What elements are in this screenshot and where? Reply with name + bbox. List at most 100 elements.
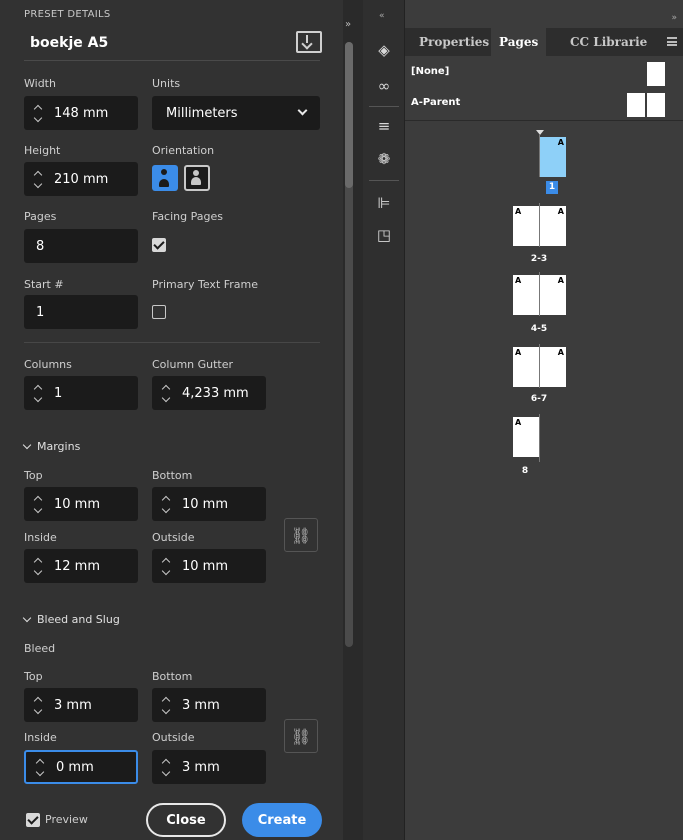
links-icon[interactable]: ∞ [373,77,395,95]
page-master-letter: A [515,207,522,216]
margin-inside-field[interactable]: 12 mm [24,549,138,583]
page-thumbnail[interactable]: A [513,275,539,315]
margin-bottom-value: 10 mm [182,496,229,512]
tab-properties[interactable]: Properties [419,28,489,56]
margin-top-field[interactable]: 10 mm [24,487,138,521]
columns-field[interactable]: 1 [24,376,138,410]
page-master-letter: A [557,276,564,285]
pages-label: Pages [24,210,57,223]
preview-checkbox[interactable] [26,813,40,827]
margin-top-label: Top [24,469,43,482]
collapse-panel-icon[interactable]: » [671,13,677,23]
stepper-icon[interactable] [160,380,174,406]
strip-divider [369,180,399,181]
primary-text-frame-checkbox[interactable] [152,305,166,319]
bleed-slug-section-toggle[interactable]: Bleed and Slug [22,613,120,626]
margin-inside-value: 12 mm [54,558,101,574]
margin-bottom-field[interactable]: 10 mm [152,487,266,521]
document-name-field[interactable]: boekje A5 [30,35,108,51]
margins-section-label: Margins [37,440,81,453]
units-select[interactable]: Millimeters [152,96,320,130]
facing-pages-checkbox[interactable] [152,238,166,252]
stepper-icon[interactable] [32,380,46,406]
margin-top-value: 10 mm [54,496,101,512]
stepper-icon[interactable] [160,754,174,780]
width-field[interactable]: 148 mm [24,96,138,130]
start-page-field[interactable]: 1 [24,295,138,329]
preview-label: Preview [45,813,88,826]
chevron-down-icon [297,105,308,116]
width-label: Width [24,77,56,90]
master-none-thumbnail [647,62,665,86]
bleed-bottom-field[interactable]: 3 mm [152,688,266,722]
stroke-icon[interactable]: ≡ [373,117,395,135]
master-none-label: [None] [411,66,450,77]
height-label: Height [24,144,61,157]
master-none[interactable]: [None] [411,62,665,90]
scrollbar-thumb[interactable] [345,42,353,188]
height-value: 210 mm [54,171,109,187]
stepper-icon[interactable] [32,692,46,718]
spread-label: 4-5 [530,324,548,334]
margin-outside-value: 10 mm [182,558,229,574]
create-button[interactable]: Create [242,803,322,837]
bleed-top-field[interactable]: 3 mm [24,688,138,722]
column-gutter-field[interactable]: 4,233 mm [152,376,266,410]
bleed-label: Bleed [24,642,56,655]
bleed-top-label: Top [24,670,43,683]
page-thumbnail[interactable]: A [540,275,566,315]
page-thumbnail[interactable]: A [540,137,566,177]
stepper-icon[interactable] [160,692,174,718]
bleed-inside-field[interactable]: 0 mm [24,750,138,784]
preset-scrollbar[interactable] [345,42,353,647]
width-value: 148 mm [54,105,109,121]
page-thumbnail[interactable]: A [513,206,539,246]
expand-panels-icon[interactable]: » [345,19,351,30]
preset-details-header: PRESET DETAILS [24,9,111,20]
portrait-orientation-icon[interactable] [152,165,178,191]
column-gutter-value: 4,233 mm [182,385,249,401]
page-master-letter: A [515,418,522,427]
margins-section-toggle[interactable]: Margins [22,440,81,453]
spread-label: 8 [521,466,529,476]
panel-icon-strip: « ◈ ∞ ≡ ❁ ⊫ ◳ [363,0,405,840]
page-thumbnail[interactable]: A [513,417,539,457]
bleed-inside-value: 0 mm [56,759,94,775]
stepper-icon[interactable] [160,553,174,579]
tab-pages[interactable]: Pages [491,28,547,56]
height-field[interactable]: 210 mm [24,162,138,196]
landscape-orientation-icon[interactable] [184,165,210,191]
stepper-icon[interactable] [32,553,46,579]
panel-menu-icon[interactable] [667,37,677,46]
bleed-bottom-label: Bottom [152,670,193,683]
layers-icon[interactable]: ◈ [373,41,395,59]
tab-pages-label: Pages [499,35,539,49]
swatches-icon[interactable]: ❁ [373,150,395,168]
page-master-letter: A [515,348,522,357]
align-icon[interactable]: ⊫ [373,194,395,212]
bleed-outside-field[interactable]: 3 mm [152,750,266,784]
spread-label: 2-3 [530,254,548,264]
save-preset-icon[interactable] [296,31,322,53]
stepper-icon[interactable] [32,100,46,126]
preset-details-panel: PRESET DETAILS boekje A5 Width Units 148… [0,0,343,840]
master-a-parent[interactable]: A-Parent [411,93,665,121]
bleed-link-icon[interactable]: ⛓ [284,719,318,753]
collapse-strip-icon[interactable]: « [379,11,385,21]
bleed-outside-value: 3 mm [182,759,220,775]
page-thumbnail[interactable]: A [540,206,566,246]
pathfinder-icon[interactable]: ◳ [373,226,395,244]
stepper-icon[interactable] [34,754,48,780]
close-button[interactable]: Close [146,803,226,837]
stepper-icon[interactable] [32,491,46,517]
name-underline [24,60,320,61]
page-thumbnail[interactable]: A [540,347,566,387]
tab-cc-libraries[interactable]: CC Librarie [570,28,647,56]
stepper-icon[interactable] [32,166,46,192]
margin-outside-field[interactable]: 10 mm [152,549,266,583]
stepper-icon[interactable] [160,491,174,517]
page-thumbnail[interactable]: A [513,347,539,387]
pages-field[interactable]: 8 [24,229,138,263]
margins-link-icon[interactable]: ⛓ [284,518,318,552]
divider [24,342,320,343]
